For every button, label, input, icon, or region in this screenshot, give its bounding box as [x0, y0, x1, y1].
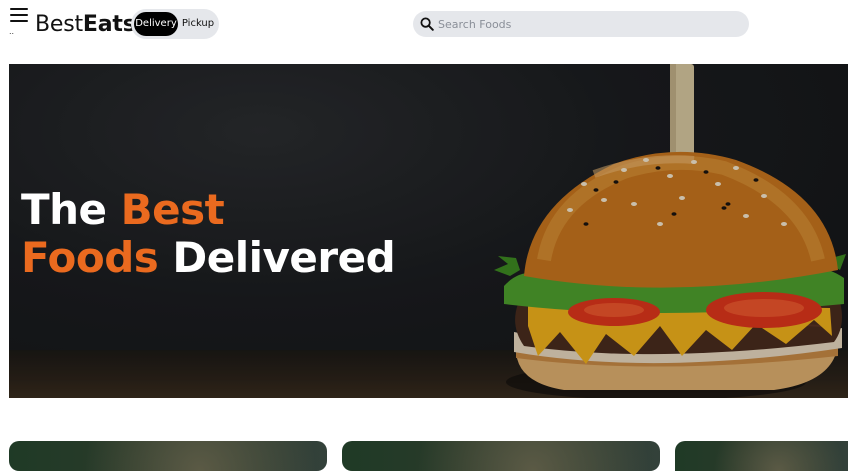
- headline-word-foods: Foods: [21, 233, 159, 282]
- top-navbar: .. BestEats Delivery Pickup: [0, 0, 848, 50]
- headline-word-the: The: [21, 185, 107, 234]
- food-card-2[interactable]: [342, 441, 660, 471]
- hero-headline: The Best Foods Delivered: [21, 186, 396, 282]
- headline-line-2: Foods Delivered: [21, 233, 396, 282]
- food-card-1[interactable]: [9, 441, 327, 471]
- search-icon: [420, 17, 434, 31]
- food-card-3[interactable]: [675, 441, 848, 471]
- pickup-option[interactable]: Pickup: [180, 12, 216, 36]
- headline-word-best: Best: [120, 185, 225, 234]
- logo-text-eats: Eats: [82, 12, 136, 37]
- headline-line-1: The Best: [21, 186, 395, 234]
- delivery-pickup-toggle: Delivery Pickup: [131, 9, 219, 39]
- menu-tick-mark: ..: [9, 27, 15, 36]
- logo-text-best: Best: [35, 12, 83, 37]
- headline-word-delivered: Delivered: [172, 233, 396, 282]
- hamburger-menu-icon[interactable]: [10, 8, 28, 24]
- search-bar: [413, 11, 749, 37]
- brand-logo[interactable]: BestEats: [35, 11, 136, 39]
- delivery-option[interactable]: Delivery: [134, 12, 178, 36]
- hero-banner: The Best Foods Delivered: [9, 64, 848, 398]
- search-input[interactable]: [438, 14, 738, 34]
